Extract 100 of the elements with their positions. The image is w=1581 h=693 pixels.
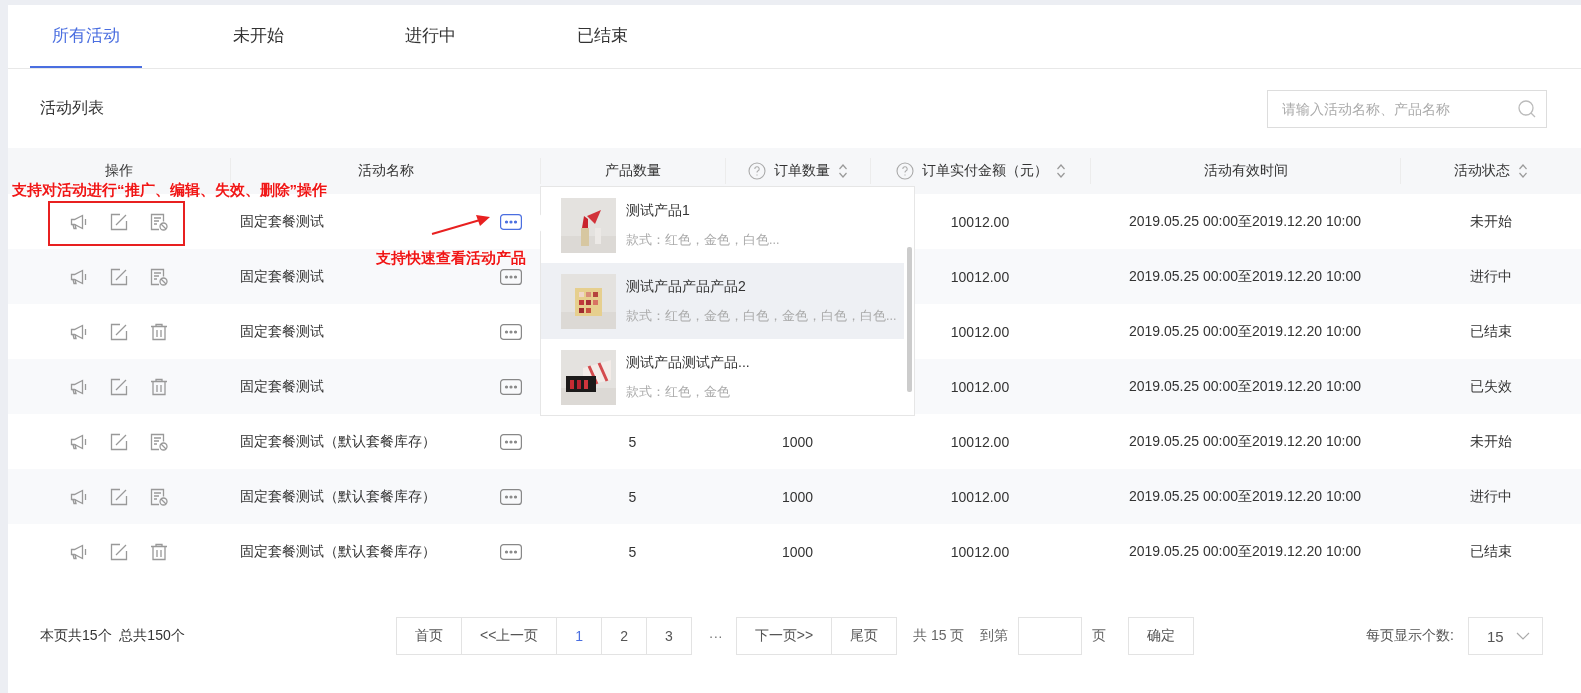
column-header: 活动名称 [357, 162, 414, 180]
ellipsis: ··· [707, 628, 724, 644]
table-cell: 固定套餐测试（默认套餐库存） [240, 432, 436, 451]
table-cell: 5 [628, 433, 637, 450]
page-size-label: 每页显示个数: [1366, 627, 1454, 645]
total-pages: 共 15 页 [913, 627, 965, 645]
table-cell: 固定套餐测试 [240, 377, 324, 396]
nav-button[interactable]: 下一页>> [735, 617, 833, 655]
nav-button[interactable]: 首页 [396, 617, 462, 655]
tab[interactable]: 所有活动 [30, 5, 142, 68]
confirm-button[interactable]: 确定 [1128, 617, 1195, 655]
more-icon[interactable] [500, 543, 522, 560]
table-cell: 2019.05.25 00:00至2019.12.20 10:00 [1129, 487, 1361, 506]
table-cell: 10012.00 [950, 543, 1010, 560]
column-header: 操作 [105, 162, 133, 180]
edit-icon[interactable] [109, 211, 129, 232]
table-cell: 1000 [781, 433, 814, 450]
table-cell: 2019.05.25 00:00至2019.12.20 10:00 [1129, 432, 1361, 451]
table-cell: 10012.00 [950, 488, 1010, 505]
page-summary: 本页共15个 总共150个 [40, 627, 186, 645]
table-cell: 2019.05.25 00:00至2019.12.20 10:00 [1129, 542, 1361, 561]
page-button[interactable]: 2 [601, 617, 647, 655]
table-cell: 进行中 [1469, 487, 1512, 506]
nav-button[interactable]: 尾页 [831, 617, 898, 655]
table-cell: 10012.00 [950, 268, 1010, 285]
product-name: 测试产品测试产品... [626, 353, 750, 372]
trash-icon[interactable] [149, 321, 169, 342]
help-icon[interactable] [895, 162, 914, 180]
product-variants: 款式：红色，金色，白色... [626, 231, 780, 249]
sort-icon[interactable] [1055, 163, 1066, 179]
table-cell: 5 [628, 488, 637, 505]
disable-icon[interactable] [149, 431, 169, 452]
table-cell: 已结束 [1469, 542, 1512, 561]
table-cell: 10012.00 [950, 213, 1010, 230]
edit-icon[interactable] [109, 486, 129, 507]
tab[interactable]: 进行中 [374, 5, 486, 68]
page-input[interactable] [1018, 617, 1083, 655]
table-cell: 固定套餐测试 [240, 212, 324, 231]
more-icon[interactable] [500, 433, 522, 450]
table-cell: 未开始 [1469, 212, 1512, 231]
table-cell: 已失效 [1469, 377, 1512, 396]
table-cell: 固定套餐测试 [240, 322, 324, 341]
table-cell: 2019.05.25 00:00至2019.12.20 10:00 [1129, 212, 1361, 231]
table-cell: 2019.05.25 00:00至2019.12.20 10:00 [1129, 322, 1361, 341]
table-cell: 10012.00 [950, 378, 1010, 395]
table-cell: 固定套餐测试（默认套餐库存） [240, 542, 436, 561]
product-variants: 款式：红色，金色 [626, 383, 731, 401]
nav-button[interactable]: <<上一页 [461, 617, 558, 655]
column-header: 订单数量 [774, 162, 830, 180]
column-header: 活动有效时间 [1203, 162, 1288, 180]
table-cell: 5 [628, 543, 637, 560]
table-cell: 已结束 [1469, 322, 1512, 341]
product-name: 测试产品产品产品2 [626, 277, 747, 296]
table-cell: 1000 [781, 543, 814, 560]
table-cell: 10012.00 [950, 323, 1010, 340]
disable-icon[interactable] [149, 486, 169, 507]
product-name: 测试产品1 [626, 201, 691, 220]
table-cell: 进行中 [1469, 267, 1512, 286]
annotation-note: 支持对活动进行“推广、编辑、失效、删除”操作 [12, 181, 327, 200]
column-header: 订单实付金额（元） [921, 162, 1048, 180]
annotation-note: 支持快速查看活动产品 [376, 249, 526, 268]
product-item[interactable]: 测试产品产品产品2 款式：红色，金色，白色，金色，白色，白色... [541, 263, 904, 339]
search-field[interactable]: 请输入活动名称、产品名称 [1267, 89, 1547, 128]
edit-icon[interactable] [109, 321, 129, 342]
goto-suffix: 页 [1092, 627, 1107, 645]
column-header: 产品数量 [605, 162, 661, 180]
more-icon[interactable] [500, 213, 522, 230]
sort-icon[interactable] [1518, 163, 1528, 179]
help-icon[interactable] [748, 162, 766, 180]
tab[interactable]: 已结束 [546, 5, 658, 68]
table-cell: 固定套餐测试 [240, 267, 324, 286]
column-header: 活动状态 [1454, 162, 1510, 180]
edit-icon[interactable] [109, 376, 129, 397]
trash-icon[interactable] [149, 541, 169, 562]
edit-icon[interactable] [109, 266, 129, 287]
tab[interactable]: 未开始 [202, 5, 314, 68]
page-button[interactable]: 1 [556, 617, 603, 655]
search-icon[interactable] [1517, 98, 1537, 119]
disable-icon[interactable] [149, 266, 169, 287]
table-cell: 2019.05.25 00:00至2019.12.20 10:00 [1129, 267, 1361, 286]
goto-label: 到第 [980, 627, 1009, 645]
edit-icon[interactable] [109, 541, 129, 562]
list-title: 活动列表 [40, 98, 104, 118]
page-button[interactable]: 3 [645, 617, 692, 655]
more-icon[interactable] [500, 323, 522, 340]
table-cell: 未开始 [1469, 432, 1512, 451]
trash-icon[interactable] [149, 376, 169, 397]
product-variants: 款式：红色，金色，白色，金色，白色，白色... [626, 307, 897, 325]
disable-icon[interactable] [149, 211, 169, 232]
edit-icon[interactable] [109, 431, 129, 452]
sort-icon[interactable] [838, 163, 848, 179]
pointer-arrow [430, 214, 492, 238]
page-size-select[interactable]: 15 [1468, 617, 1543, 655]
table-cell: 1000 [781, 488, 814, 505]
table-cell: 固定套餐测试（默认套餐库存） [240, 487, 436, 506]
more-icon[interactable] [500, 488, 522, 505]
more-icon[interactable] [500, 378, 522, 395]
scrollbar[interactable] [907, 247, 912, 392]
table-cell: 2019.05.25 00:00至2019.12.20 10:00 [1129, 377, 1361, 396]
more-icon[interactable] [500, 268, 522, 285]
